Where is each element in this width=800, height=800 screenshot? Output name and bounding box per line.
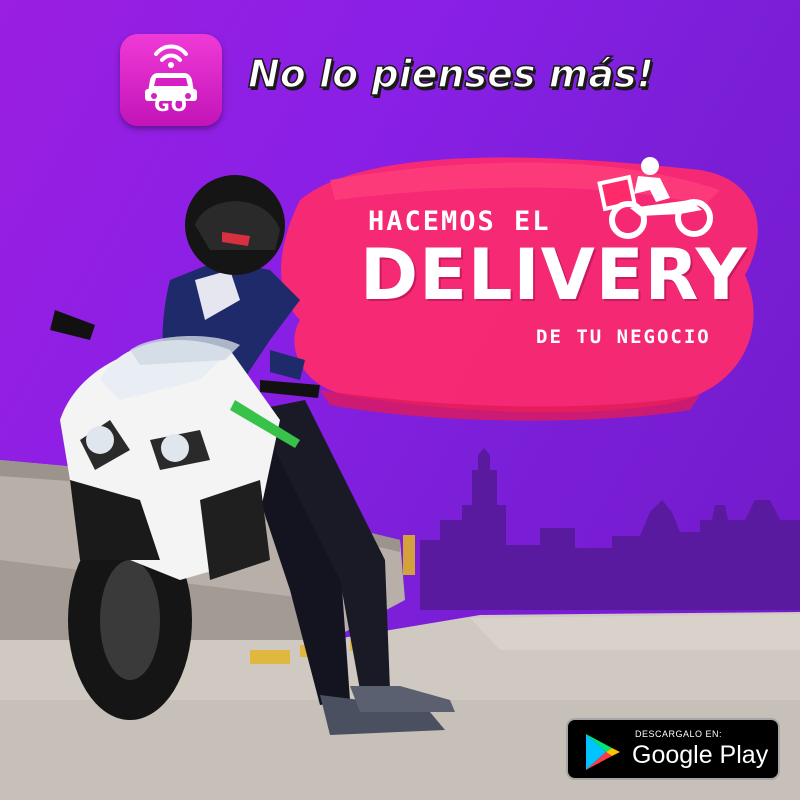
badge-small-text: DESCARGALO EN: [635,729,723,739]
tagline: No lo pienses más! [247,51,654,97]
app-icon[interactable]: GO [120,34,222,126]
headline-line-3: DE TU NEGOCIO [536,326,711,348]
app-icon-label: GO [154,94,188,116]
city-skyline [420,448,800,610]
delivery-rider-icon [597,157,713,239]
google-play-icon [586,734,620,770]
promo-banner: GO No lo pienses más! HACEMOS EL DELIVER… [0,0,800,800]
headline-line-2: DELIVERY [360,234,748,316]
headline-line-1: HACEMOS EL [368,206,551,237]
google-play-button[interactable]: DESCARGALO EN: Google Play [566,718,780,780]
badge-store-name: Google Play [632,741,769,769]
